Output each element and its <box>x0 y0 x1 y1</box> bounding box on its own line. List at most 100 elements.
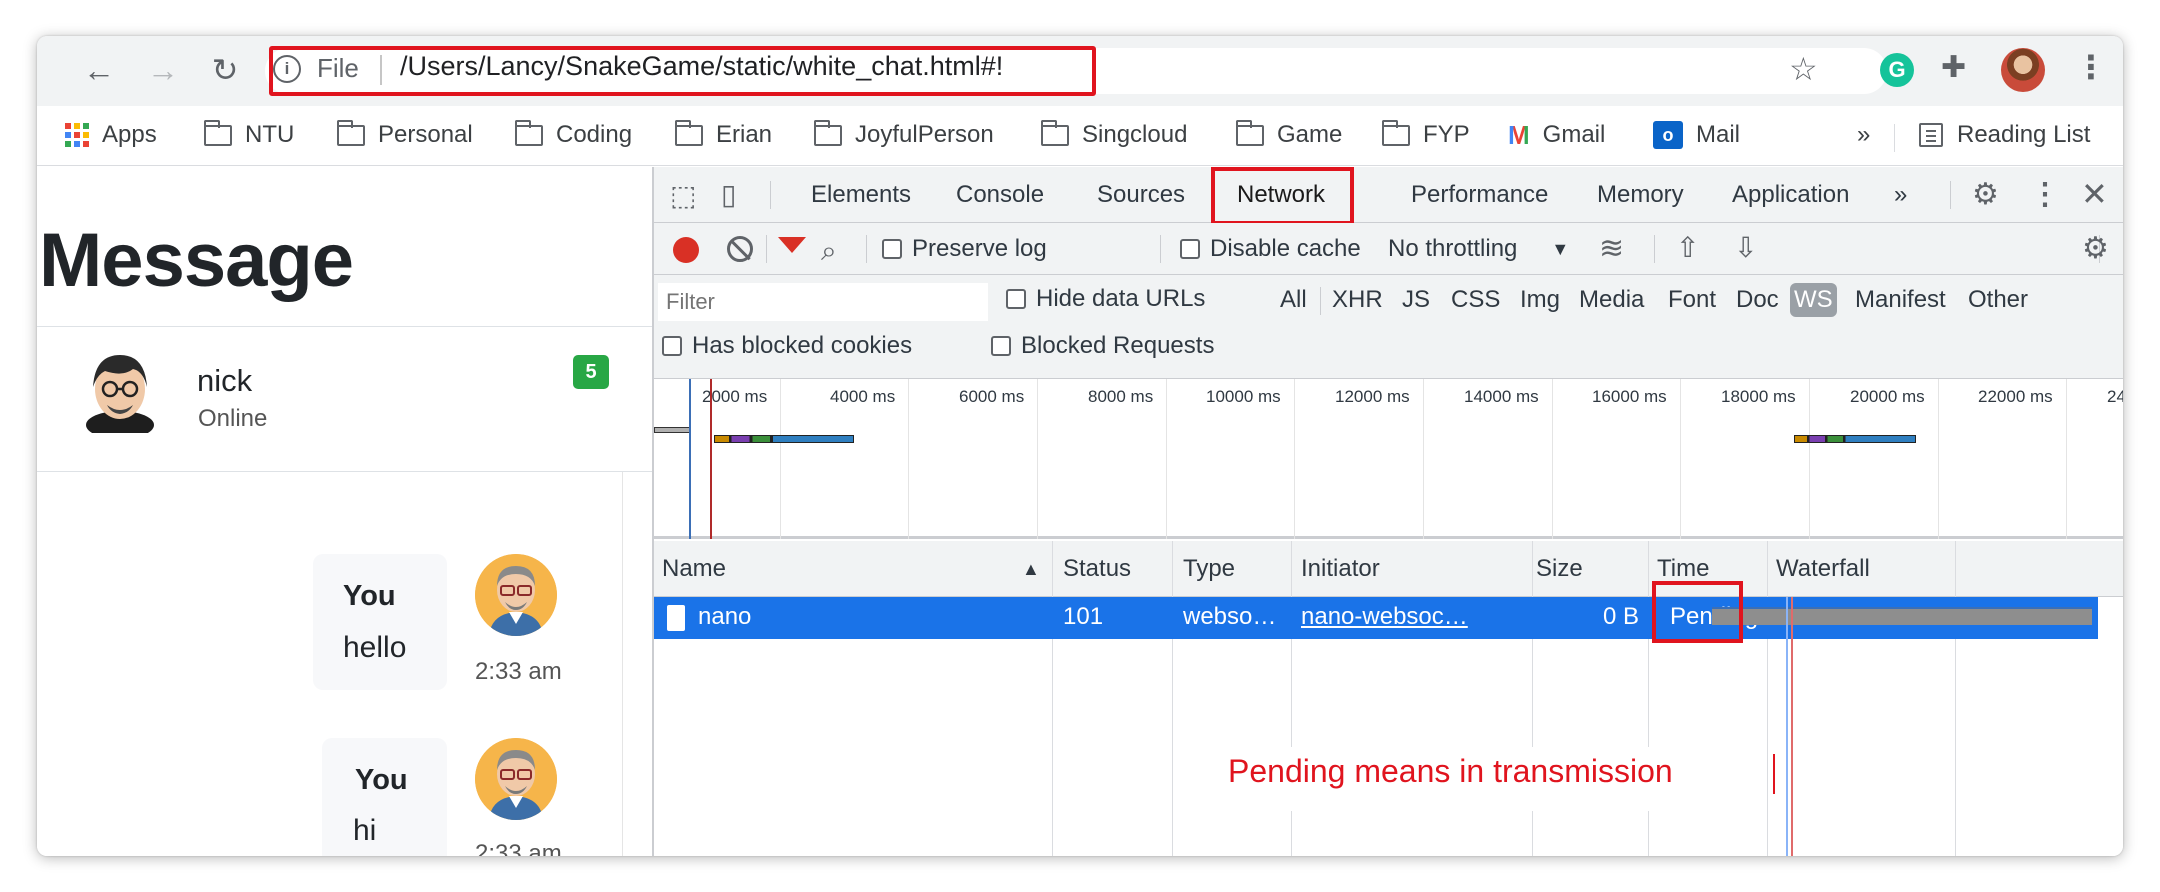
tabs-overflow-button[interactable]: » <box>1894 181 1907 209</box>
message-text: hi <box>353 814 377 847</box>
bookmark-apps[interactable]: Apps <box>65 118 157 152</box>
message-bubble <box>313 554 447 690</box>
type-filter-img[interactable]: Img <box>1516 283 1564 317</box>
bookmarks-overflow-button[interactable]: » <box>1857 118 1870 152</box>
overview-gridline <box>1294 379 1295 539</box>
bookmark-mail[interactable]: o Mail <box>1653 118 1740 152</box>
sender-avatar <box>475 554 557 636</box>
message-time: 2:33 am <box>475 658 562 685</box>
type-filter-xhr[interactable]: XHR <box>1328 283 1387 317</box>
column-waterfall[interactable]: Waterfall <box>1776 555 1870 583</box>
bookmark-label: Game <box>1277 121 1343 148</box>
preserve-log-checkbox[interactable]: Preserve log <box>882 235 1047 263</box>
tab-application[interactable]: Application <box>1732 181 1849 209</box>
checkbox-box <box>991 336 1011 356</box>
row-initiator-link[interactable]: nano-websoc… <box>1301 603 1468 631</box>
url-text[interactable]: /Users/Lancy/SnakeGame/static/white_chat… <box>400 51 1003 82</box>
tab-performance[interactable]: Performance <box>1411 181 1548 209</box>
network-overview[interactable]: 2000 ms 4000 ms 6000 ms 8000 ms 10000 ms… <box>654 379 2123 539</box>
tab-elements[interactable]: Elements <box>811 181 911 209</box>
has-blocked-cookies-checkbox[interactable]: Has blocked cookies <box>662 332 912 360</box>
bookmark-gmail[interactable]: M Gmail <box>1508 118 1605 152</box>
record-icon[interactable] <box>673 237 699 263</box>
clear-icon[interactable] <box>727 236 753 262</box>
column-time[interactable]: Time <box>1657 555 1709 583</box>
reload-icon[interactable]: ↻ <box>203 48 247 92</box>
devtools-menu-icon[interactable]: ⋮ <box>2030 177 2060 212</box>
overview-tick-label: 8000 ms <box>1088 387 1154 406</box>
tab-memory[interactable]: Memory <box>1597 181 1684 209</box>
disable-cache-checkbox[interactable]: Disable cache <box>1180 235 1361 263</box>
bookmark-label: Apps <box>102 121 157 148</box>
network-settings-gear-icon[interactable]: ⚙ <box>2082 231 2109 266</box>
column-name[interactable]: Name <box>662 555 726 583</box>
device-toggle-icon[interactable]: ▯ <box>721 178 736 211</box>
close-icon[interactable]: ✕ <box>2081 175 2108 213</box>
throttling-select[interactable]: No throttling ▼ <box>1388 235 1569 263</box>
annotation-caret <box>1773 754 1775 794</box>
forward-arrow-icon[interactable]: → <box>141 48 185 92</box>
network-controls: ⌕ Preserve log Disable cache No throttli… <box>654 223 2123 275</box>
bookmark-joyfulperson[interactable]: JoyfulPerson <box>813 118 994 152</box>
type-filter-other[interactable]: Other <box>1964 283 2032 317</box>
tab-sources[interactable]: Sources <box>1097 181 1185 209</box>
url-scheme-label: File <box>317 53 359 83</box>
row-name[interactable]: nano <box>698 603 751 631</box>
type-filter-css[interactable]: CSS <box>1447 283 1504 317</box>
sort-ascending-icon[interactable]: ▲ <box>1022 559 1040 580</box>
column-status[interactable]: Status <box>1063 555 1131 583</box>
hide-data-urls-checkbox[interactable]: Hide data URLs <box>1006 285 1205 313</box>
bookmark-singcloud[interactable]: Singcloud <box>1040 118 1187 152</box>
filter-input[interactable] <box>658 283 988 321</box>
type-filter-js[interactable]: JS <box>1398 283 1434 317</box>
waterfall-bar-edge <box>1712 607 2092 609</box>
contact-card[interactable]: nick Online 5 <box>37 326 652 472</box>
bookmark-star-icon[interactable]: ☆ <box>1789 50 1818 88</box>
extensions-puzzle-icon[interactable]: ✚ <box>1941 50 1966 85</box>
chat-page: Message nick Online 5 You hello 2:33 am … <box>37 167 652 856</box>
message-text: hello <box>343 631 407 664</box>
bookmark-ntu[interactable]: NTU <box>203 118 294 152</box>
network-filterbar: Hide data URLs All XHR JS CSS Img Media … <box>654 275 2123 379</box>
type-filter-doc[interactable]: Doc <box>1732 283 1783 317</box>
column-initiator[interactable]: Initiator <box>1301 555 1380 583</box>
grammarly-extension-icon[interactable]: G <box>1880 53 1914 87</box>
type-filter-font[interactable]: Font <box>1664 283 1720 317</box>
column-type[interactable]: Type <box>1183 555 1235 583</box>
export-har-icon[interactable]: ⇩ <box>1734 231 1757 264</box>
search-icon[interactable]: ⌕ <box>821 235 837 268</box>
overview-tick-label: 10000 ms <box>1206 387 1281 406</box>
network-conditions-icon[interactable]: ≋ <box>1599 231 1624 266</box>
back-arrow-icon[interactable]: ← <box>77 48 121 92</box>
overview-gridline <box>780 379 781 539</box>
type-filter-manifest[interactable]: Manifest <box>1851 283 1950 317</box>
chevron-down-icon: ▼ <box>1551 238 1570 259</box>
bookmark-coding[interactable]: Coding <box>514 118 632 152</box>
blocked-requests-checkbox[interactable]: Blocked Requests <box>991 332 1214 360</box>
filter-funnel-icon[interactable] <box>778 237 806 253</box>
settings-gear-icon[interactable]: ⚙ <box>1972 177 1999 212</box>
overview-gridline <box>1680 379 1681 539</box>
tabbar-divider <box>1950 181 1951 209</box>
column-divider <box>1767 541 1768 856</box>
bookmark-game[interactable]: Game <box>1235 118 1343 152</box>
tab-console[interactable]: Console <box>956 181 1044 209</box>
bookmark-personal[interactable]: Personal <box>336 118 473 152</box>
sender-avatar <box>475 738 557 820</box>
browser-menu-icon[interactable]: ⋮ <box>2075 48 2107 86</box>
type-filter-media[interactable]: Media <box>1575 283 1648 317</box>
contact-avatar <box>86 355 154 433</box>
bookmark-erian[interactable]: Erian <box>674 118 772 152</box>
bookmark-fyp[interactable]: FYP <box>1381 118 1470 152</box>
inspect-element-icon[interactable]: ⬚ <box>670 179 696 212</box>
reading-list-button[interactable]: Reading List <box>1919 118 2090 152</box>
type-filter-ws[interactable]: WS <box>1790 283 1837 317</box>
column-size[interactable]: Size <box>1536 555 1583 583</box>
type-filter-all[interactable]: All <box>1276 283 1311 317</box>
profile-avatar[interactable] <box>2001 48 2045 92</box>
row-type: webso… <box>1183 603 1277 630</box>
folder-icon <box>1040 119 1069 146</box>
info-icon[interactable]: i <box>273 55 301 83</box>
controls-divider <box>766 235 767 263</box>
import-har-icon[interactable]: ⇧ <box>1676 231 1699 264</box>
